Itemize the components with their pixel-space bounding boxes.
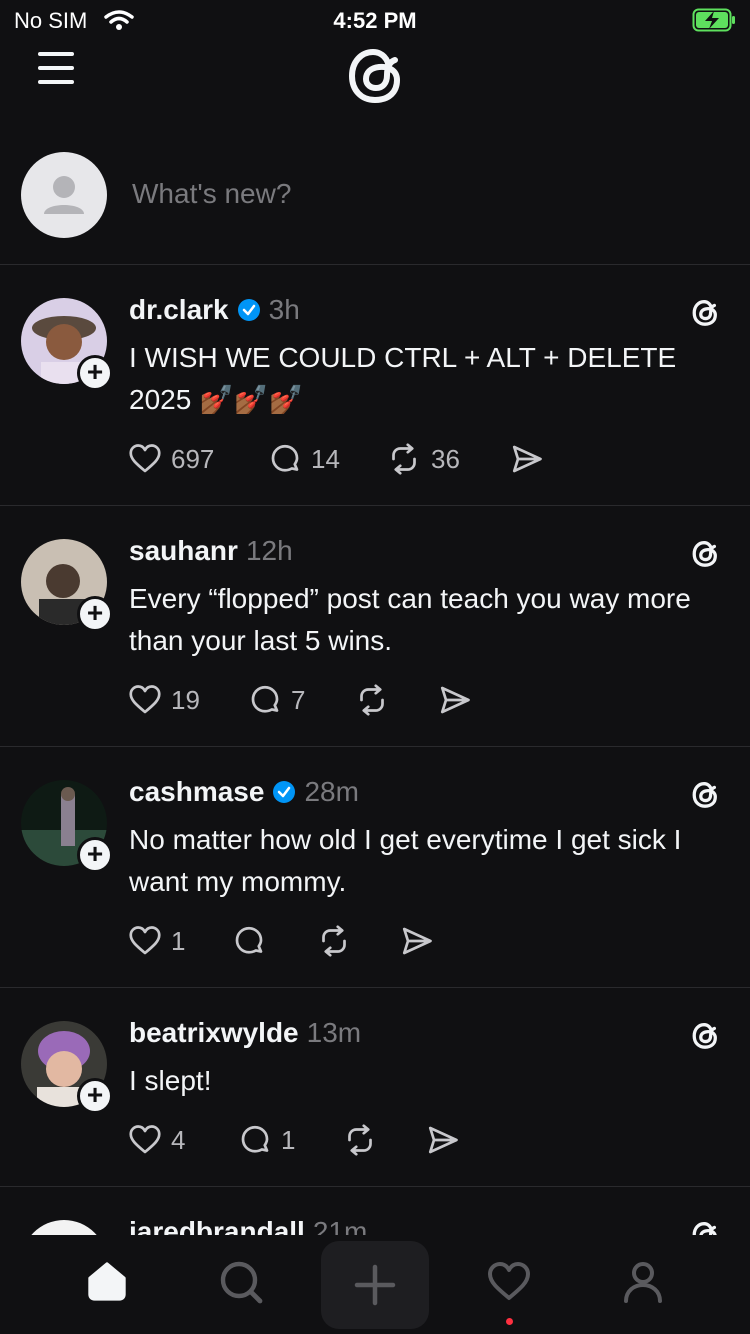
like-button[interactable]: 4 [127, 1122, 237, 1158]
menu-icon[interactable] [38, 52, 74, 84]
clock: 4:52 PM [333, 8, 417, 33]
username[interactable]: jaredbrandall [129, 1216, 305, 1235]
threads-logo-icon[interactable] [690, 536, 720, 570]
post-time: 12h [245, 535, 293, 566]
username[interactable]: sauhanr [129, 535, 238, 567]
avatar[interactable] [21, 1220, 107, 1235]
username[interactable]: cashmase [129, 776, 264, 808]
verified-icon [273, 781, 296, 803]
post-actions: 697 14 36 [127, 441, 545, 477]
like-count: 4 [171, 1124, 186, 1155]
post-time: 28m [304, 776, 359, 807]
repost-button[interactable] [315, 923, 399, 959]
reply-button[interactable]: 7 [247, 682, 353, 718]
reply-button[interactable] [231, 923, 315, 959]
follow-button[interactable]: + [77, 355, 113, 391]
post-header: cashmase 28m [129, 776, 359, 808]
reply-button[interactable]: 1 [237, 1122, 341, 1158]
share-button[interactable] [509, 441, 545, 477]
repost-button[interactable] [353, 682, 437, 718]
follow-button[interactable]: + [77, 596, 113, 632]
composer[interactable]: What's new? [0, 152, 750, 265]
post-text: No matter how old I get everytime I get … [129, 824, 682, 897]
repost-icon [360, 684, 384, 716]
post-time: 21m [312, 1216, 368, 1235]
threads-logo[interactable] [343, 40, 407, 108]
repost-button[interactable] [341, 1122, 425, 1158]
feed: + dr.clark 3h I WISH WE COULD CTRL + ALT… [0, 265, 750, 1235]
share-button[interactable] [437, 682, 473, 718]
like-button[interactable]: 697 [127, 441, 267, 477]
heart-icon [129, 1125, 161, 1154]
like-count: 697 [171, 443, 215, 474]
status-bar: No SIM 4:52 PM [0, 0, 750, 40]
post[interactable]: jaredbrandall 21m [0, 1187, 750, 1235]
threads-logo-icon[interactable] [690, 777, 720, 811]
reply-count: 14 [311, 443, 340, 474]
reply-icon [235, 926, 263, 954]
heart-icon [129, 685, 161, 714]
post-actions: 4 1 [127, 1122, 461, 1158]
follow-button[interactable]: + [77, 837, 113, 873]
repost-icon [392, 443, 416, 475]
create-button[interactable] [321, 1241, 429, 1329]
heart-icon [129, 444, 161, 473]
share-icon [440, 686, 470, 714]
reply-icon [271, 444, 299, 472]
person-icon[interactable] [619, 1258, 667, 1306]
post[interactable]: + sauhanr 12h Every “flopped” post can t… [0, 506, 750, 747]
repost-count: 36 [431, 443, 460, 474]
tab-bar [0, 1236, 750, 1334]
post-time: 3h [268, 294, 300, 325]
like-button[interactable]: 19 [127, 682, 247, 718]
search-icon[interactable] [217, 1258, 265, 1306]
heart-icon [129, 926, 161, 955]
reply-button[interactable]: 14 [267, 441, 385, 477]
reply-count: 1 [281, 1124, 296, 1155]
share-button[interactable] [425, 1122, 461, 1158]
plus-icon [354, 1264, 396, 1306]
reply-icon [241, 1125, 269, 1153]
default-avatar-icon [44, 176, 84, 214]
heart-icon[interactable] [485, 1258, 533, 1306]
post-actions: 19 7 [127, 682, 473, 718]
post-text: I slept! [129, 1065, 212, 1096]
follow-button[interactable]: + [77, 1078, 113, 1114]
post[interactable]: + cashmase 28m No matter how old I get e… [0, 747, 750, 988]
my-avatar[interactable] [21, 152, 107, 238]
post-header: sauhanr 12h [129, 535, 293, 567]
composer-input[interactable]: What's new? [132, 178, 291, 210]
like-button[interactable]: 1 [127, 923, 231, 959]
threads-logo-icon[interactable] [690, 295, 720, 329]
verified-icon [237, 299, 260, 321]
reply-count: 7 [291, 684, 306, 715]
post-actions: 1 [127, 923, 435, 959]
top-bar [0, 40, 750, 114]
repost-icon [348, 1124, 372, 1156]
battery-charging-icon [692, 8, 735, 32]
post-text: I WISH WE COULD CTRL + ALT + DELETE 2025… [129, 342, 677, 415]
post-time: 13m [306, 1017, 362, 1048]
reply-icon [251, 685, 279, 713]
share-icon [512, 445, 542, 473]
like-count: 1 [171, 925, 186, 956]
post-header: beatrixwylde 13m [129, 1017, 361, 1049]
post-text: Every “flopped” post can teach you way m… [129, 583, 691, 656]
threads-logo-icon[interactable] [690, 1018, 720, 1052]
post[interactable]: + beatrixwylde 13m I slept! 4 1 [0, 988, 750, 1187]
post-header: dr.clark 3h [129, 294, 300, 326]
post[interactable]: + dr.clark 3h I WISH WE COULD CTRL + ALT… [0, 265, 750, 506]
share-icon [402, 927, 432, 955]
repost-icon [322, 925, 346, 957]
post-header: jaredbrandall 21m [129, 1216, 367, 1235]
username[interactable]: dr.clark [129, 294, 229, 326]
username[interactable]: beatrixwylde [129, 1017, 299, 1049]
repost-button[interactable]: 36 [385, 441, 509, 477]
threads-logo-icon[interactable] [690, 1217, 720, 1235]
share-icon [428, 1126, 458, 1154]
home-icon[interactable] [84, 1258, 130, 1304]
notification-dot [506, 1318, 513, 1325]
share-button[interactable] [399, 923, 435, 959]
like-count: 19 [171, 684, 200, 715]
